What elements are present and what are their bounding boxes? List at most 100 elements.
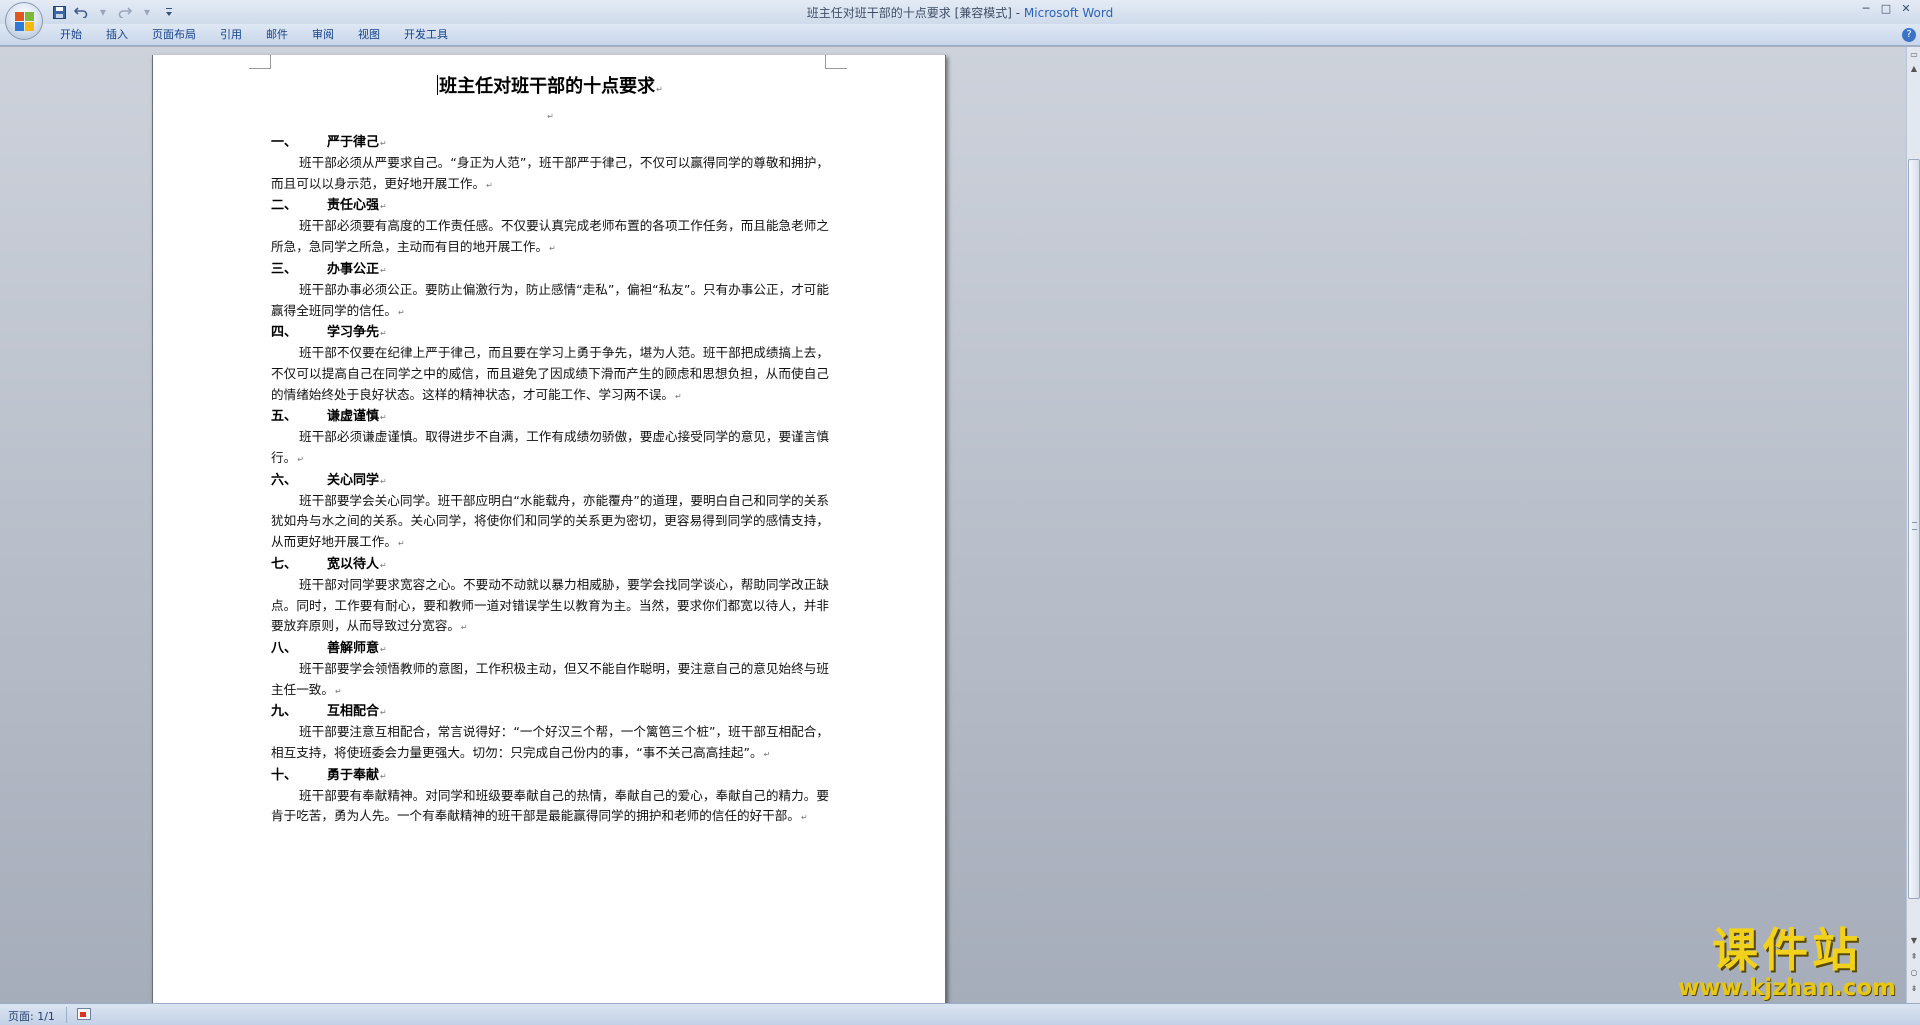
- section-body[interactable]: 班干部对同学要求宽容之心。不要动不动就以暴力相威胁，要学会找同学谈心，帮助同学改…: [271, 575, 829, 639]
- paragraph-mark: ↵: [380, 413, 387, 423]
- tab-review[interactable]: 审阅: [304, 28, 350, 42]
- section-heading-text: 办事公正: [327, 261, 380, 277]
- section-heading[interactable]: 五、 谦虚谨慎↵: [271, 407, 829, 427]
- tab-page-layout[interactable]: 页面布局: [144, 28, 212, 42]
- previous-page-icon[interactable]: ⇞: [1908, 951, 1920, 963]
- section-body-text: 班干部要注意互相配合，常言说得好：“一个好汉三个帮，一个篱笆三个桩”，班干部互相…: [271, 724, 829, 761]
- paragraph-mark: ↵: [380, 560, 387, 570]
- paragraph-mark: ↵: [675, 391, 682, 401]
- ribbon-tab-bar: 开始 插入 页面布局 引用 邮件 审阅 视图 开发工具 ?: [0, 24, 1920, 46]
- section-heading[interactable]: 一、 严于律己↵: [271, 133, 829, 153]
- tab-home[interactable]: 开始: [52, 28, 98, 42]
- section-heading[interactable]: 三、 办事公正↵: [271, 260, 829, 280]
- paragraph-mark: ↵: [380, 265, 387, 275]
- paragraph-mark: ↵: [297, 455, 304, 465]
- scroll-down-icon[interactable]: ▼: [1908, 935, 1920, 947]
- section-body-text: 班干部办事必须公正。要防止偏激行为，防止感情“走私”，偏袒“私友”。只有办事公正…: [271, 281, 829, 318]
- section-body-text: 班干部要学会领悟教师的意图，工作积极主动，但又不能自作聪明，要注意自己的意见始终…: [271, 660, 829, 697]
- page-count-status[interactable]: 页面: 1/1: [8, 1008, 55, 1024]
- app-name: Microsoft Word: [1023, 6, 1114, 20]
- paragraph-mark: ↵: [397, 307, 405, 317]
- window-title: 班主任对班干部的十点要求 [兼容模式] - Microsoft Word: [0, 4, 1920, 21]
- scroll-up-icon[interactable]: ▲: [1908, 63, 1920, 75]
- ribbon-tabs: 开始 插入 页面布局 引用 邮件 审阅 视图 开发工具: [52, 28, 464, 42]
- status-divider: [66, 1007, 67, 1023]
- paragraph-mark: ↵: [380, 771, 387, 781]
- watermark-url: www.kjzhan.com: [1678, 975, 1896, 1001]
- paragraph-mark: ↵: [380, 202, 387, 212]
- section-body[interactable]: 班干部要注意互相配合，常言说得好：“一个好汉三个帮，一个篱笆三个桩”，班干部互相…: [271, 722, 829, 765]
- office-button[interactable]: [5, 2, 43, 40]
- document-title[interactable]: 班主任对班干部的十点要求↵: [271, 73, 829, 105]
- section-body[interactable]: 班干部不仅要在纪律上严于律己，而且要在学习上勇于争先，堪为人范。班干部把成绩搞上…: [271, 343, 829, 407]
- section-number: 四、: [271, 325, 298, 341]
- browse-object-icon[interactable]: ○: [1908, 967, 1920, 979]
- document-page[interactable]: 班主任对班干部的十点要求↵ ↵ 一、 严于律己↵ 班干部必须从严要求自己。“身正为人…: [152, 55, 946, 1003]
- scrollbar-thumb[interactable]: [1908, 159, 1920, 899]
- section-heading[interactable]: 九、 互相配合↵: [271, 702, 829, 722]
- section-body[interactable]: 班干部要有奉献精神。对同学和班级要奉献自己的热情，奉献自己的爱心，奉献自己的精力…: [271, 786, 829, 829]
- section-heading-text: 关心同学: [327, 472, 380, 488]
- section-body[interactable]: 班干部要学会领悟教师的意图，工作积极主动，但又不能自作聪明，要注意自己的意见始终…: [271, 659, 829, 702]
- section-heading[interactable]: 十、 勇于奉献↵: [271, 766, 829, 786]
- proofing-icon[interactable]: [77, 1008, 91, 1020]
- vertical-scrollbar[interactable]: ▭ ▲ ▼ ⇞ ○ ⇟: [1906, 47, 1920, 1003]
- ruler-toggle-icon[interactable]: ▭: [1908, 49, 1920, 61]
- section-heading[interactable]: 二、 责任心强↵: [271, 196, 829, 216]
- empty-paragraph[interactable]: ↵: [271, 105, 829, 133]
- section-number: 七、: [271, 556, 298, 572]
- window-controls: ─ □ ✕: [1858, 2, 1914, 16]
- section-list: 一、 严于律己↵ 班干部必须从严要求自己。“身正为人范”，班干部严于律己，不仅可以赢…: [271, 133, 829, 829]
- help-icon[interactable]: ?: [1902, 28, 1916, 42]
- section-number: 六、: [271, 472, 298, 488]
- next-page-icon[interactable]: ⇟: [1908, 983, 1920, 995]
- paragraph-mark: ↵: [549, 244, 556, 254]
- title-bar: ▾ ▾ 班主任对班干部的十点要求 [兼容模式] - Microsoft Word…: [0, 0, 1920, 40]
- minimize-button[interactable]: ─: [1858, 2, 1874, 16]
- maximize-button[interactable]: □: [1878, 2, 1894, 16]
- section-heading-text: 学习争先: [327, 325, 380, 341]
- section-heading-text: 严于律己: [327, 135, 380, 150]
- close-button[interactable]: ✕: [1898, 2, 1914, 16]
- tab-view[interactable]: 视图: [350, 28, 396, 42]
- section-number: 五、: [271, 409, 298, 425]
- document-title-text: 班主任对班干部的十点要求: [439, 76, 656, 97]
- tab-references[interactable]: 引用: [212, 28, 258, 42]
- document-body[interactable]: 班主任对班干部的十点要求↵ ↵ 一、 严于律己↵ 班干部必须从严要求自己。“身正为人…: [271, 73, 829, 829]
- section-number: 九、: [271, 704, 298, 720]
- site-watermark: 课件站 www.kjzhan.com: [1672, 924, 1902, 1000]
- section-heading-text: 责任心强: [327, 198, 380, 214]
- section-body-text: 班干部要有奉献精神。对同学和班级要奉献自己的热情，奉献自己的爱心，奉献自己的精力…: [271, 787, 829, 824]
- scrollbar-grip: [1912, 522, 1917, 530]
- paragraph-mark: ↵: [763, 750, 771, 760]
- document-workspace: 班主任对班干部的十点要求↵ ↵ 一、 严于律己↵ 班干部必须从严要求自己。“身正为人…: [0, 47, 1906, 1003]
- status-bar: 页面: 1/1: [0, 1003, 1920, 1025]
- crop-mark-top-left: [249, 55, 271, 69]
- tab-mailings[interactable]: 邮件: [258, 28, 304, 42]
- section-number: 二、: [271, 198, 298, 214]
- paragraph-mark: ↵: [380, 476, 387, 486]
- paragraph-mark: ↵: [380, 644, 387, 654]
- office-logo-icon: [15, 12, 34, 31]
- section-heading-text: 谦虚谨慎: [327, 409, 380, 425]
- section-body-text: 班干部必须从严要求自己。“身正为人范”，班干部严于律己，不仅可以赢得同学的尊敬和…: [271, 155, 829, 191]
- section-body[interactable]: 班干部必须从严要求自己。“身正为人范”，班干部严于律己，不仅可以赢得同学的尊敬和…: [271, 153, 829, 196]
- section-heading[interactable]: 四、 学习争先↵: [271, 323, 829, 343]
- section-body[interactable]: 班干部必须谦虚谨慎。取得进步不自满，工作有成绩勿骄傲，要虚心接受同学的意见，要谨…: [271, 427, 829, 470]
- section-body[interactable]: 班干部必须要有高度的工作责任感。不仅要认真完成老师布置的各项工作任务，而且能急老…: [271, 216, 829, 259]
- paragraph-mark: ↵: [380, 708, 387, 718]
- section-body[interactable]: 班干部办事必须公正。要防止偏激行为，防止感情“走私”，偏袒“私友”。只有办事公正…: [271, 280, 829, 323]
- section-number: 十、: [271, 767, 298, 783]
- paragraph-mark: ↵: [380, 139, 387, 148]
- section-heading[interactable]: 六、 关心同学↵: [271, 471, 829, 491]
- section-number: 八、: [271, 640, 298, 656]
- tab-insert[interactable]: 插入: [98, 28, 144, 42]
- section-heading-text: 互相配合: [327, 704, 380, 720]
- paragraph-mark: ↵: [656, 85, 663, 94]
- section-heading[interactable]: 八、 善解师意↵: [271, 639, 829, 659]
- section-body[interactable]: 班干部要学会关心同学。班干部应明白“水能载舟，亦能覆舟”的道理，要明白自己和同学…: [271, 491, 829, 555]
- section-body-text: 班干部要学会关心同学。班干部应明白“水能载舟，亦能覆舟”的道理，要明白自己和同学…: [271, 492, 829, 550]
- tab-developer[interactable]: 开发工具: [396, 28, 464, 42]
- section-body-text: 班干部对同学要求宽容之心。不要动不动就以暴力相威胁，要学会找同学谈心，帮助同学改…: [271, 576, 829, 634]
- section-heading[interactable]: 七、 宽以待人↵: [271, 555, 829, 575]
